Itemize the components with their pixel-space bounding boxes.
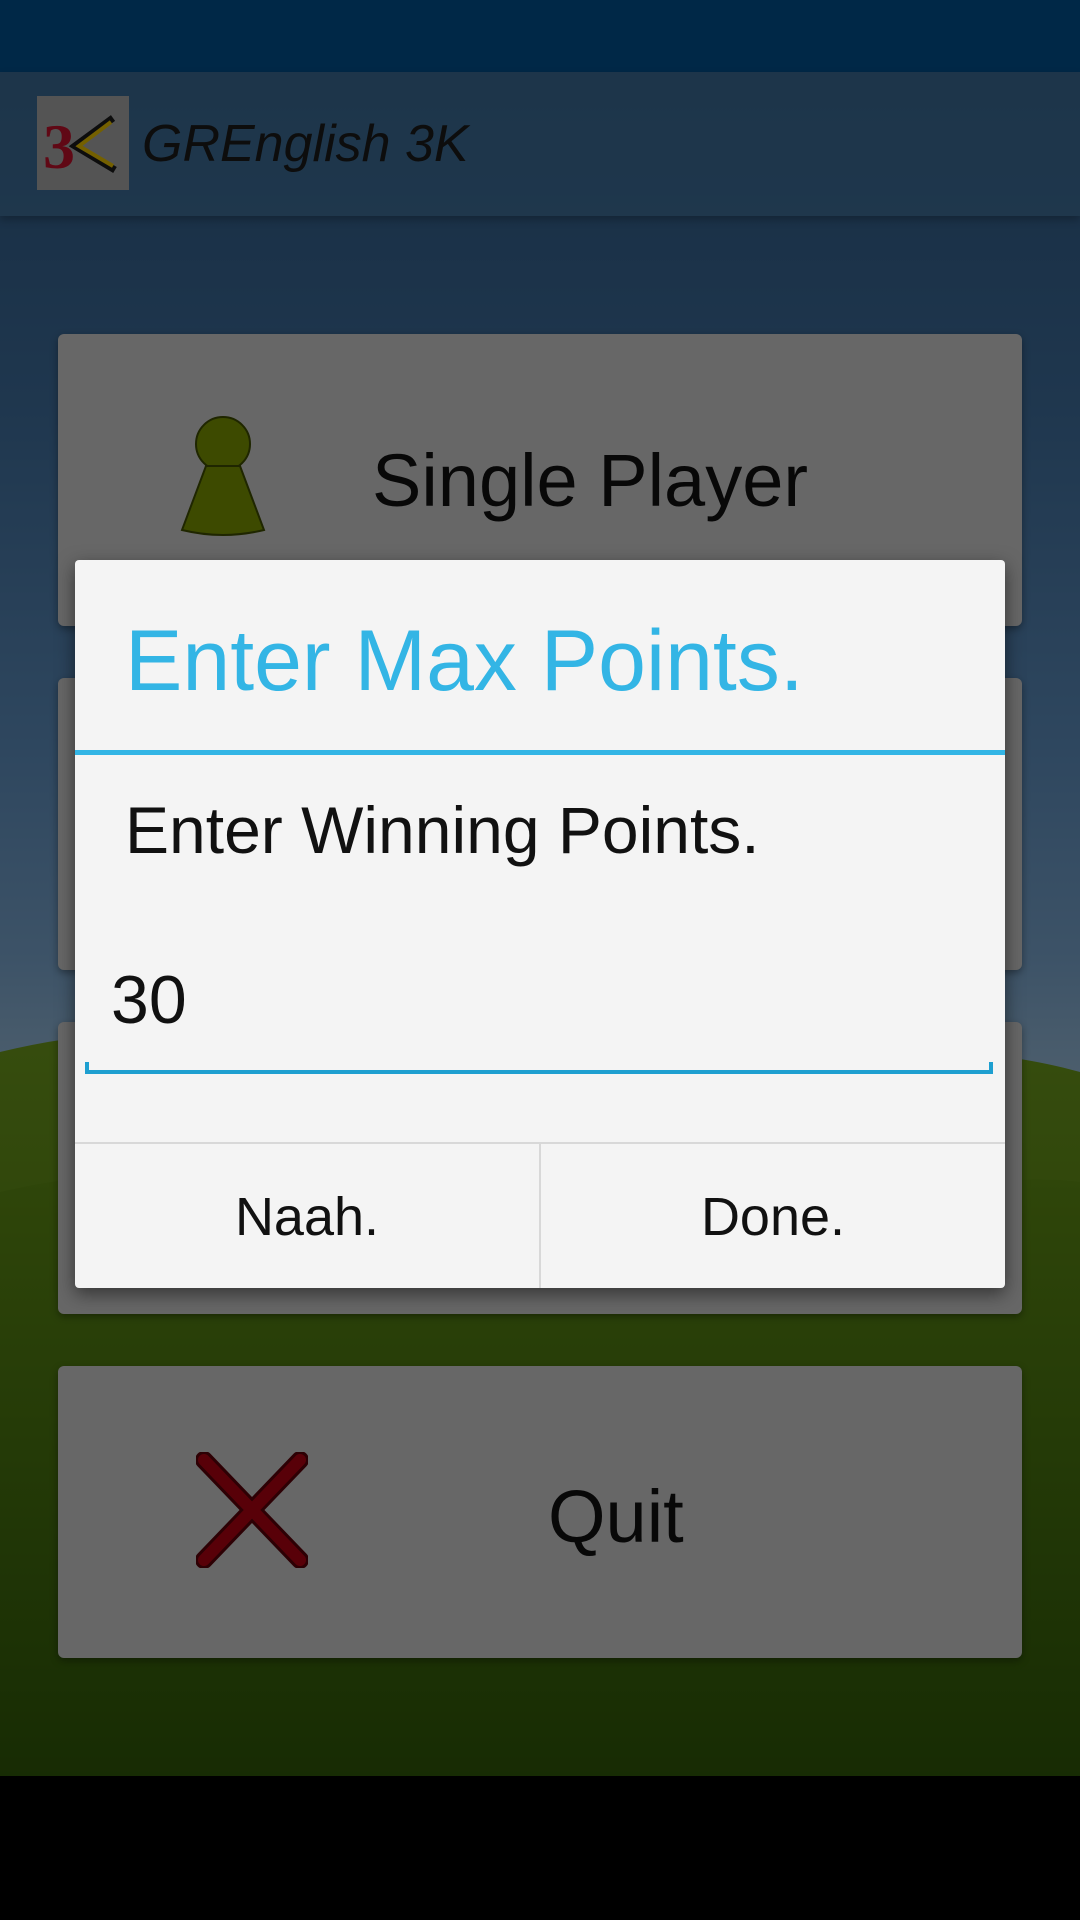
status-bar bbox=[0, 0, 1080, 72]
max-points-dialog: Enter Max Points. Enter Winning Points. … bbox=[75, 560, 1005, 1288]
dialog-message: Enter Winning Points. bbox=[125, 793, 760, 867]
navigation-area bbox=[0, 1776, 1080, 1920]
input-underline bbox=[85, 1062, 993, 1074]
naah-button[interactable]: Naah. bbox=[75, 1144, 541, 1288]
dialog-title-divider bbox=[75, 750, 1005, 755]
screen: 3 GREnglish 3K Single Player Quit bbox=[0, 0, 1080, 1920]
done-button[interactable]: Done. bbox=[541, 1144, 1005, 1288]
dialog-title: Enter Max Points. bbox=[125, 613, 804, 709]
dialog-button-bar: Naah. Done. bbox=[75, 1142, 1005, 1288]
winning-points-input[interactable] bbox=[85, 960, 993, 1040]
